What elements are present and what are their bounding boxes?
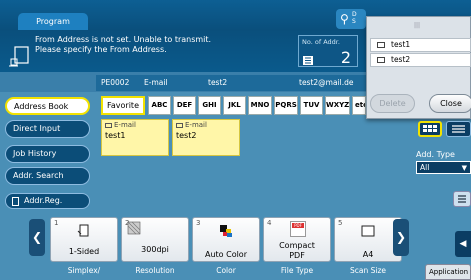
tab-pqrs[interactable]: PQRS xyxy=(274,96,298,115)
chevron-down-icon: ▼ xyxy=(461,164,467,172)
tab-ghi[interactable]: GHI xyxy=(198,96,221,115)
setting-value: Auto Color xyxy=(204,250,247,259)
job-history-button[interactable]: Job History xyxy=(5,145,90,163)
grid-icon xyxy=(423,125,437,132)
setting-caption: Simplex/ xyxy=(67,266,101,275)
register-icon xyxy=(12,197,19,206)
destination-list-popup: ||| test1 test2 Delete Close xyxy=(366,16,471,119)
setting-color[interactable]: 3 Auto Color xyxy=(192,217,260,262)
entry-name: test2 xyxy=(176,131,197,140)
grid-view-button[interactable] xyxy=(418,121,442,137)
scan-size-icon xyxy=(361,225,375,237)
add-type-label: Add. Type xyxy=(416,150,455,159)
add-type-value: All xyxy=(420,163,430,172)
setting-value-line-2: PDF xyxy=(289,251,305,260)
setting-scan-size[interactable]: 5 A4 xyxy=(334,217,402,262)
destination-address: test2@mail.de xyxy=(299,78,354,87)
email-icon xyxy=(377,42,385,48)
color-icon xyxy=(220,225,232,237)
list-view-button[interactable] xyxy=(446,121,471,137)
entry-name: test1 xyxy=(105,131,126,140)
setting-file-type[interactable]: 4 PDF Compact PDF xyxy=(263,217,331,262)
email-icon xyxy=(377,57,385,63)
destination-name: test2 xyxy=(208,78,228,87)
grip-icon[interactable]: ||| xyxy=(407,22,427,29)
search-label-line-1: D xyxy=(352,11,357,18)
setting-caption: Resolution xyxy=(135,266,175,275)
menu-button[interactable] xyxy=(453,191,471,207)
pdf-icon: PDF xyxy=(290,221,306,237)
tab-abc[interactable]: ABC xyxy=(148,96,171,115)
setting-number: 4 xyxy=(267,219,272,227)
send-document-icon xyxy=(9,46,29,67)
delete-button[interactable]: Delete xyxy=(370,94,415,113)
tab-tuv[interactable]: TUV xyxy=(300,96,323,115)
program-tab[interactable]: Program xyxy=(18,13,88,30)
simplex-icon xyxy=(77,224,89,237)
scroll-right-button[interactable]: ❯ xyxy=(393,219,409,256)
selected-destination-bar[interactable]: PE0002 E-mail test2 test2@mail.de xyxy=(96,75,368,91)
setting-caption: File Type xyxy=(280,266,314,275)
menu-icon xyxy=(458,195,466,203)
setting-value: A4 xyxy=(362,250,374,259)
address-count-label: No. of Addr. xyxy=(302,38,340,46)
popup-item-label: test1 xyxy=(391,40,411,49)
address-count-box[interactable]: No. of Addr. 2 xyxy=(298,35,358,67)
addr-search-button[interactable]: Addr. Search xyxy=(5,167,90,185)
search-label-line-2: S xyxy=(352,18,356,25)
setting-caption: Color xyxy=(216,266,236,275)
setting-caption: Scan Size xyxy=(349,266,386,275)
addr-reg-label: Addr.Reg. xyxy=(24,196,63,205)
close-button[interactable]: Close xyxy=(429,94,471,113)
status-message-line-1: From Address is not set. Unable to trans… xyxy=(35,35,212,44)
tab-mno[interactable]: MNO xyxy=(248,96,272,115)
add-type-select[interactable]: All ▼ xyxy=(416,161,471,174)
popup-item-label: test2 xyxy=(391,55,411,64)
direct-input-button[interactable]: Direct Input xyxy=(5,120,90,138)
search-button[interactable]: ⚲ DS xyxy=(336,9,366,29)
entry-type: E-mail xyxy=(176,121,207,129)
tab-wxyz[interactable]: WXYZ xyxy=(325,96,350,115)
list-icon xyxy=(303,56,313,65)
setting-number: 3 xyxy=(196,219,201,227)
setting-simplex[interactable]: 1 1-Sided xyxy=(50,217,118,262)
addr-reg-button[interactable]: Addr.Reg. xyxy=(5,193,90,209)
destination-id: PE0002 xyxy=(101,78,130,87)
tab-def[interactable]: DEF xyxy=(173,96,196,115)
status-message: From Address is not set. Unable to trans… xyxy=(35,35,295,55)
setting-value-line-1: Compact xyxy=(279,241,315,250)
application-tab[interactable]: Application xyxy=(425,264,471,280)
email-icon xyxy=(176,122,183,128)
address-count-value: 2 xyxy=(340,48,351,67)
list-view-icon xyxy=(452,125,465,133)
entry-type-label: E-mail xyxy=(114,121,136,129)
setting-value: 300dpi xyxy=(141,245,169,254)
expand-panel-button[interactable]: ◀ xyxy=(455,231,471,257)
address-entry[interactable]: E-mail test1 xyxy=(101,119,169,156)
resolution-icon xyxy=(127,221,141,235)
entry-type-label: E-mail xyxy=(185,121,207,129)
popup-list-item[interactable]: test2 xyxy=(370,53,471,67)
pdf-icon-label: PDF xyxy=(292,223,304,228)
popup-list-item[interactable]: test1 xyxy=(370,38,471,52)
setting-resolution[interactable]: 2 300dpi xyxy=(121,217,189,262)
entry-type: E-mail xyxy=(105,121,136,129)
tab-favorite[interactable]: Favorite xyxy=(101,96,145,115)
setting-number: 5 xyxy=(338,219,343,227)
address-entry[interactable]: E-mail test2 xyxy=(172,119,240,156)
tab-etc[interactable]: etc xyxy=(352,96,366,115)
scroll-left-button[interactable]: ❮ xyxy=(29,219,45,256)
search-button-label: DS xyxy=(352,11,357,25)
destination-type: E-mail xyxy=(144,78,168,87)
search-icon: ⚲ xyxy=(340,12,349,26)
status-message-line-2: Please specify the From Address. xyxy=(35,45,167,54)
setting-number: 1 xyxy=(54,219,59,227)
tab-jkl[interactable]: JKL xyxy=(223,96,246,115)
address-book-button[interactable]: Address Book xyxy=(5,97,90,115)
email-icon xyxy=(105,122,112,128)
setting-value: 1-Sided xyxy=(68,247,100,256)
